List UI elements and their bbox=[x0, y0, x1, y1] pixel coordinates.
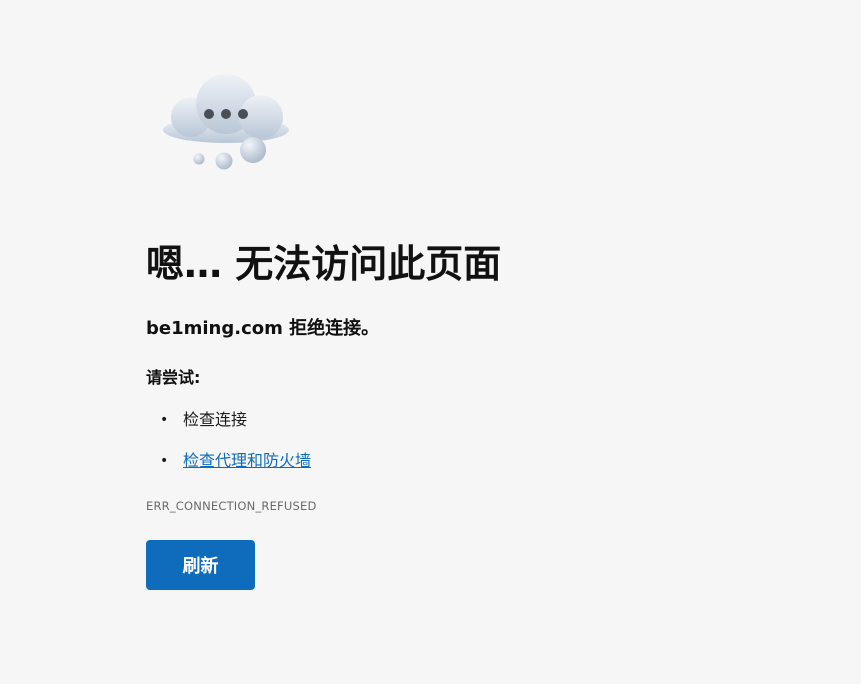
cloud-thinking-icon bbox=[163, 74, 289, 170]
bullet-icon: • bbox=[160, 453, 169, 469]
check-proxy-firewall-link[interactable]: 检查代理和防火墙 bbox=[183, 451, 311, 470]
try-label: 请尝试: bbox=[146, 368, 201, 387]
bullet-icon: • bbox=[160, 412, 169, 428]
list-item: • 检查连接 bbox=[146, 404, 311, 445]
check-connection-text: 检查连接 bbox=[183, 410, 248, 429]
error-page: 嗯… 无法访问此页面 be1ming.com 拒绝连接。 请尝试: • 检查连接… bbox=[0, 0, 861, 684]
error-description: be1ming.com 拒绝连接。 bbox=[146, 318, 380, 339]
page-title: 嗯… 无法访问此页面 bbox=[146, 242, 502, 286]
error-code: ERR_CONNECTION_REFUSED bbox=[146, 499, 317, 513]
suggestion-list: • 检查连接 • 检查代理和防火墙 bbox=[146, 404, 311, 486]
refresh-button[interactable]: 刷新 bbox=[146, 540, 255, 590]
list-item: • 检查代理和防火墙 bbox=[146, 445, 311, 486]
